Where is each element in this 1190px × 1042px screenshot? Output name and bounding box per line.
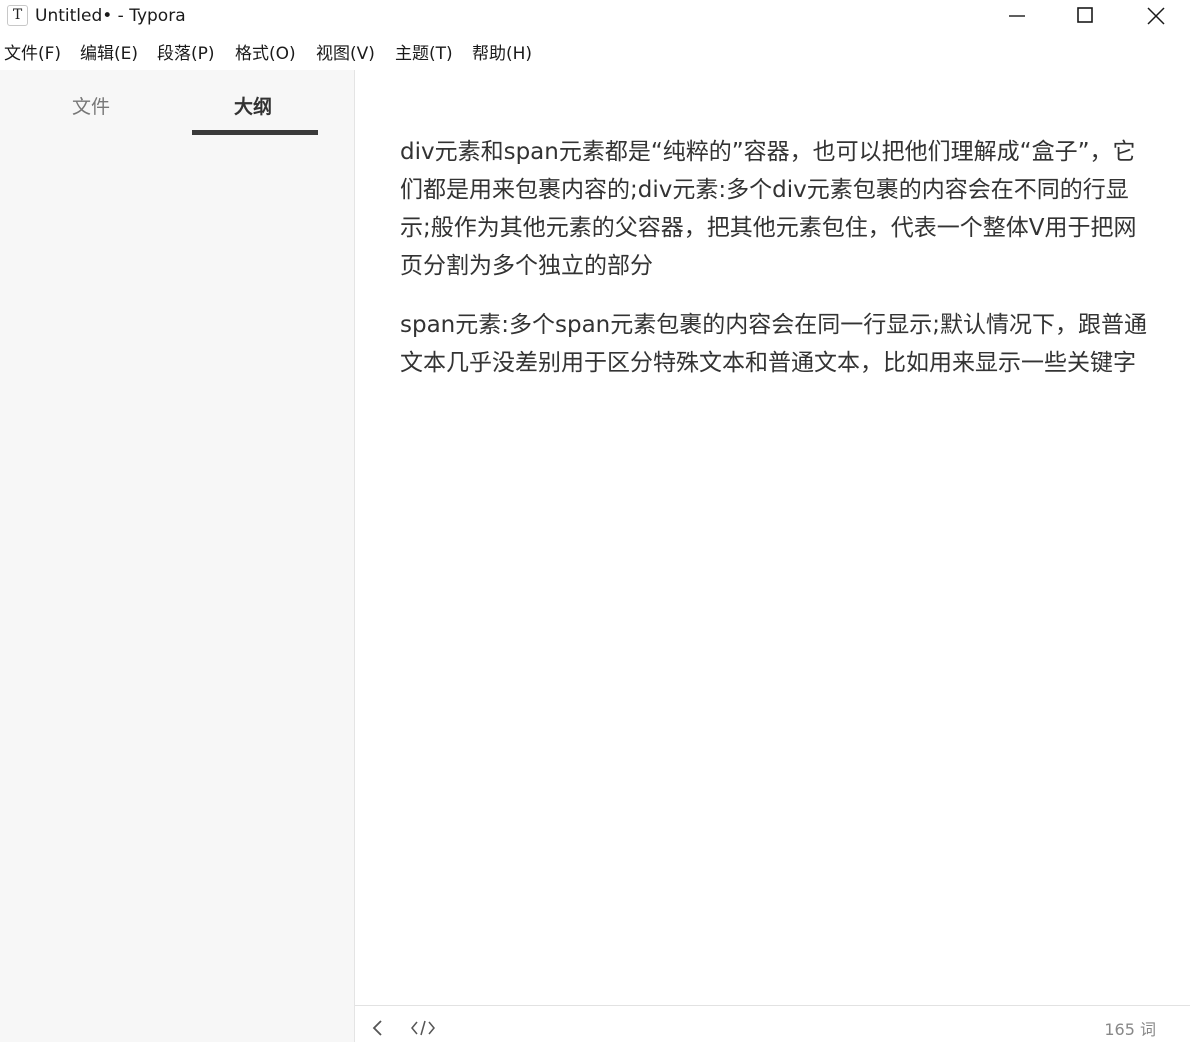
chevron-left-icon xyxy=(372,1020,382,1036)
source-mode-button[interactable] xyxy=(410,1018,436,1038)
close-icon xyxy=(1147,7,1165,25)
menu-help[interactable]: 帮助(H) xyxy=(472,42,532,66)
typora-app-icon: T xyxy=(7,5,28,26)
maximize-icon xyxy=(1077,7,1093,23)
code-icon xyxy=(411,1020,435,1036)
minimize-icon xyxy=(1009,15,1025,17)
tab-outline[interactable]: 大纲 xyxy=(234,94,272,120)
status-bar: 165 词 xyxy=(355,1005,1190,1042)
tab-files[interactable]: 文件 xyxy=(72,94,110,120)
active-tab-indicator xyxy=(192,130,318,135)
menu-paragraph[interactable]: 段落(P) xyxy=(157,42,215,66)
menu-edit[interactable]: 编辑(E) xyxy=(80,42,138,66)
toggle-sidebar-button[interactable] xyxy=(369,1018,389,1038)
menu-format[interactable]: 格式(O) xyxy=(235,42,296,66)
menu-view[interactable]: 视图(V) xyxy=(316,42,375,66)
word-count[interactable]: 165 词 xyxy=(1104,1019,1156,1041)
maximize-button[interactable] xyxy=(1058,0,1114,32)
editor-paragraph[interactable]: span元素:多个span元素包裹的内容会在同一行显示;默认情况下，跟普通文本几… xyxy=(400,306,1150,382)
editor-paragraph[interactable]: div元素和span元素都是“纯粹的”容器，也可以把他们理解成“盒子”，它们都是… xyxy=(400,133,1150,285)
title-bar: T Untitled• - Typora xyxy=(0,0,1190,32)
close-button[interactable] xyxy=(1128,0,1184,32)
menu-file[interactable]: 文件(F) xyxy=(4,42,61,66)
menu-theme[interactable]: 主题(T) xyxy=(395,42,453,66)
window-title: Untitled• - Typora xyxy=(35,6,186,26)
menu-bar: 文件(F) 编辑(E) 段落(P) 格式(O) 视图(V) 主题(T) 帮助(H… xyxy=(0,38,1190,70)
editor-area[interactable]: div元素和span元素都是“纯粹的”容器，也可以把他们理解成“盒子”，它们都是… xyxy=(355,70,1190,1005)
minimize-button[interactable] xyxy=(989,0,1045,32)
sidebar: 文件 大纲 xyxy=(0,70,354,1042)
